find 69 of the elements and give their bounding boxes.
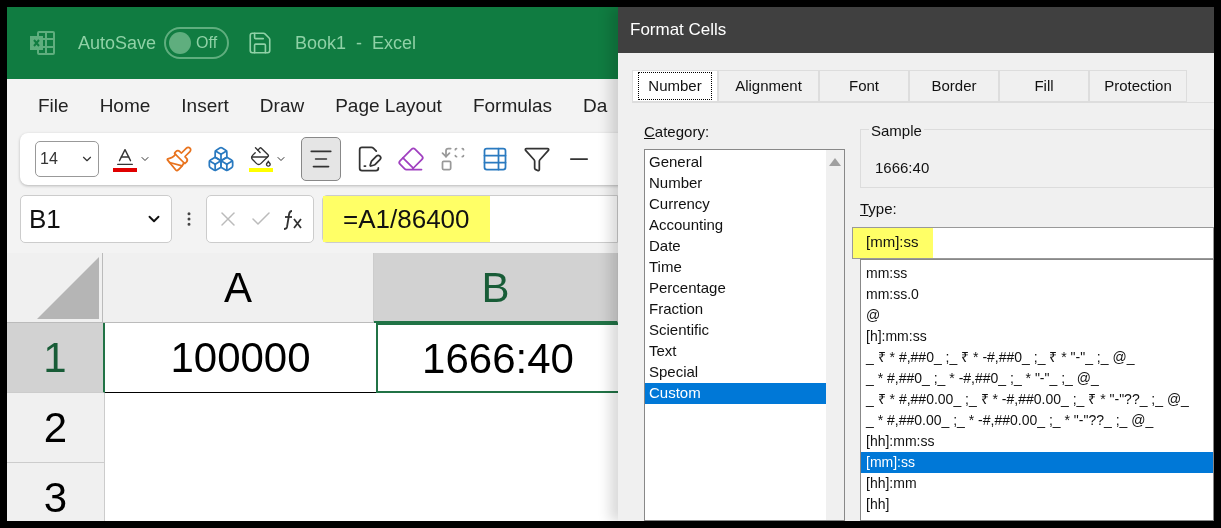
menu-tab[interactable]: Home — [99, 91, 151, 121]
category-item[interactable]: Scientific — [645, 319, 826, 341]
formula-text: =A1/86400 — [323, 196, 490, 242]
autosave-label: AutoSave — [78, 31, 157, 55]
dialog-title: Format Cells — [630, 19, 727, 42]
category-item[interactable]: Custom — [645, 382, 826, 404]
menu-tab[interactable]: Draw — [259, 91, 305, 121]
type-item[interactable]: [hh]:mm:ss — [861, 430, 1213, 452]
font-size-dropdown[interactable]: 14 — [35, 141, 99, 177]
scrollbar[interactable] — [826, 149, 844, 520]
type-item[interactable]: _ * #,##0.00_ ;_ * -#,##0.00_ ;_ * "-"??_ ;_ @_ — [861, 409, 1213, 431]
type-item[interactable]: [h]:mm:ss — [861, 325, 1213, 347]
filter-icon[interactable] — [523, 145, 551, 173]
category-item[interactable]: Time — [645, 256, 826, 278]
category-item[interactable]: Accounting — [645, 214, 826, 236]
spreadsheet-logo-icon — [30, 30, 56, 56]
scroll-up-icon[interactable] — [829, 157, 841, 166]
type-item[interactable]: mm:ss — [861, 262, 1213, 284]
category-label: Category: — [644, 122, 711, 142]
category-item[interactable]: Date — [645, 235, 826, 257]
eraser-icon[interactable] — [397, 145, 425, 173]
category-item[interactable]: Percentage — [645, 277, 826, 299]
type-value: [mm]:ss — [853, 227, 933, 258]
format-painter-icon[interactable] — [165, 145, 193, 173]
paint-bucket-icon — [249, 146, 273, 172]
type-item[interactable]: _ ₹ * #,##0.00_ ;_ ₹ * -#,##0.00_ ;_ ₹ * "-"??_ ;_ @_ — [861, 388, 1213, 410]
align-center-button[interactable] — [301, 137, 341, 181]
type-item[interactable]: @ — [861, 304, 1213, 326]
menu-tab[interactable]: Da — [583, 91, 608, 121]
font-color-icon — [113, 146, 137, 172]
name-box[interactable]: B1 — [20, 195, 172, 243]
dialog-tab[interactable]: Protection — [1089, 70, 1187, 102]
type-label: Type: — [860, 199, 898, 219]
row-header[interactable]: 2 — [7, 393, 105, 463]
type-field[interactable]: [mm]:ss — [852, 226, 1214, 259]
type-item[interactable]: [hh] — [861, 493, 1213, 515]
column-header[interactable]: B — [374, 253, 618, 323]
row-header[interactable]: 1 — [7, 323, 105, 393]
dialog-tab[interactable]: Border — [909, 70, 999, 102]
category-item[interactable]: Fraction — [645, 298, 826, 320]
menu-tab[interactable]: Page Layout — [335, 91, 442, 121]
menu-tab[interactable]: File — [38, 91, 69, 121]
dialog-tab[interactable]: Font — [819, 70, 909, 102]
category-item[interactable]: Text — [645, 340, 826, 362]
dialog-tab[interactable]: Fill — [999, 70, 1089, 102]
formula-bar[interactable]: =A1/86400 — [322, 195, 618, 243]
function-icon[interactable] — [282, 208, 305, 230]
fill-color-button[interactable] — [249, 146, 287, 172]
window-title: Book1 - Excel — [295, 31, 417, 55]
category-item[interactable]: General — [645, 151, 826, 173]
type-item[interactable]: _ * #,##0_ ;_ * -#,##0_ ;_ * "-"_ ;_ @_ — [861, 367, 1213, 389]
menu-tab[interactable]: Insert — [181, 91, 229, 121]
boxes-icon[interactable] — [207, 145, 235, 173]
sample-value: 1666:40 — [875, 159, 930, 176]
row-header[interactable]: 3 — [7, 463, 105, 521]
replace-icon[interactable] — [439, 145, 467, 173]
type-item[interactable]: [hh]:mm — [861, 472, 1213, 494]
dialog-tab[interactable]: Number — [632, 70, 718, 102]
column-header[interactable]: A — [103, 253, 374, 323]
dialog-tab[interactable]: Alignment — [718, 70, 819, 102]
font-color-button[interactable] — [113, 146, 151, 172]
type-item[interactable]: [mm]:ss — [861, 451, 1213, 473]
menu-tab[interactable]: Formulas — [472, 91, 553, 121]
category-item[interactable]: Special — [645, 361, 826, 383]
type-item[interactable]: mm:ss.0 — [861, 283, 1213, 305]
category-item[interactable]: Currency — [645, 193, 826, 215]
category-item[interactable]: Number — [645, 172, 826, 194]
type-item[interactable]: _ ₹ * #,##0_ ;_ ₹ * -#,##0_ ;_ ₹ * "-"_ ;_ @_ — [861, 346, 1213, 368]
save-icon[interactable] — [247, 30, 274, 56]
